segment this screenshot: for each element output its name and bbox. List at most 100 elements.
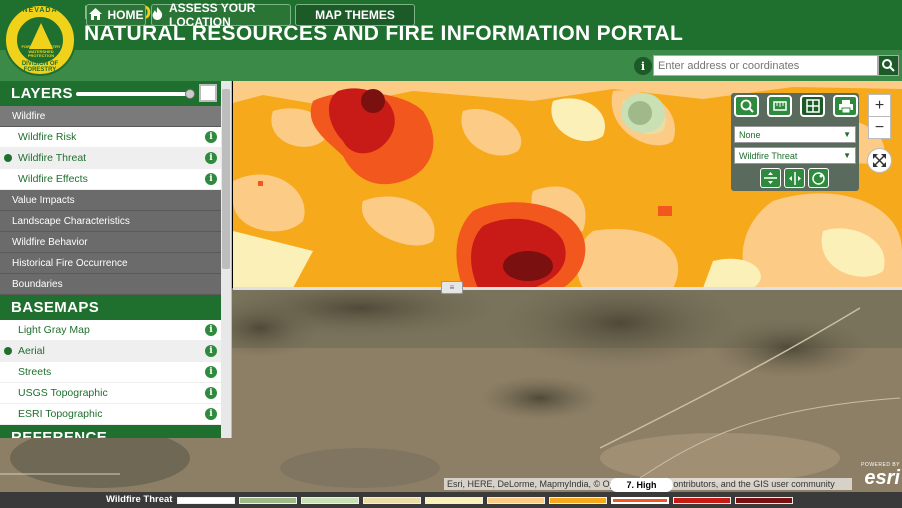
group-label: Wildfire Behavior bbox=[12, 236, 88, 248]
info-icon[interactable]: i bbox=[205, 173, 217, 185]
scrollbar-thumb[interactable] bbox=[222, 89, 230, 269]
group-wildfire[interactable]: Wildfire bbox=[0, 106, 222, 127]
basemap-label: ESRI Topographic bbox=[18, 408, 103, 420]
info-icon[interactable]: i bbox=[205, 131, 217, 143]
map-tools-panel: None ▼ Wildfire Threat ▼ bbox=[731, 93, 859, 191]
active-dot-icon bbox=[4, 347, 12, 355]
fullscreen-icon bbox=[873, 154, 886, 167]
legend-swatch[interactable] bbox=[673, 497, 731, 504]
logo-ring-bottom: DIVISION OF FORESTRY bbox=[21, 61, 59, 73]
legend-swatch[interactable] bbox=[239, 497, 297, 504]
basemap-light-gray[interactable]: Light Gray Map i bbox=[0, 320, 222, 341]
layers-title: LAYERS bbox=[11, 85, 73, 102]
legend-swatch[interactable] bbox=[363, 497, 421, 504]
search-input[interactable] bbox=[653, 55, 878, 76]
assess-location-button[interactable]: ASSESS YOUR LOCATION bbox=[151, 1, 291, 29]
swipe-divider[interactable] bbox=[233, 287, 902, 290]
compare-layer-value: None bbox=[739, 129, 761, 140]
basemaps-header: BASEMAPS bbox=[0, 295, 222, 320]
logo-center-text: FOREST FORESTRY WATERSHED PROTECTION bbox=[21, 44, 61, 58]
legend-swatch[interactable] bbox=[301, 497, 359, 504]
compare-layer-select[interactable]: None ▼ bbox=[734, 126, 856, 143]
spyglass-icon bbox=[812, 171, 825, 185]
basemap-label: Aerial bbox=[18, 345, 45, 357]
measure-button[interactable] bbox=[767, 95, 792, 117]
info-icon[interactable]: i bbox=[205, 324, 217, 336]
group-boundaries[interactable]: Boundaries bbox=[0, 274, 222, 295]
basemap-esri-topographic[interactable]: ESRI Topographic i bbox=[0, 404, 222, 425]
map-themes-button[interactable]: MAP THEMES bbox=[295, 4, 415, 26]
spyglass-button[interactable] bbox=[808, 168, 829, 188]
layer-wildfire-effects[interactable]: Wildfire Effects i bbox=[0, 169, 222, 190]
basemaps-title: BASEMAPS bbox=[11, 299, 100, 316]
fullscreen-button[interactable] bbox=[867, 148, 892, 173]
info-icon[interactable]: i bbox=[205, 345, 217, 357]
basemap-label: Light Gray Map bbox=[18, 324, 90, 336]
legend-swatch[interactable] bbox=[425, 497, 483, 504]
basemap-label: Streets bbox=[18, 366, 52, 378]
map-themes-label: MAP THEMES bbox=[315, 8, 395, 22]
logo-ring-top: NEVADA bbox=[22, 7, 58, 14]
panel-scrollbar[interactable] bbox=[221, 81, 231, 438]
zoom-in-button[interactable]: + bbox=[868, 94, 891, 117]
esri-logo[interactable]: POWERED BY esri bbox=[856, 462, 900, 490]
print-button[interactable] bbox=[833, 95, 858, 117]
reference-header: REFERENCE bbox=[0, 425, 222, 438]
swipe-layer-value: Wildfire Threat bbox=[739, 150, 798, 161]
forestry-logo[interactable]: NEVADA FOREST FORESTRY WATERSHED PROTECT… bbox=[4, 4, 76, 76]
layer-wildfire-risk[interactable]: Wildfire Risk i bbox=[0, 127, 222, 148]
search-button[interactable] bbox=[878, 55, 899, 76]
group-historical-fire-occurrence[interactable]: Historical Fire Occurrence bbox=[0, 253, 222, 274]
home-icon bbox=[88, 7, 102, 23]
assess-label: ASSESS YOUR LOCATION bbox=[169, 1, 256, 29]
swipe-vertical-icon bbox=[788, 171, 801, 185]
legend-swatch[interactable] bbox=[735, 497, 793, 504]
swipe-button[interactable] bbox=[800, 95, 825, 117]
info-icon[interactable]: i bbox=[205, 387, 217, 399]
home-button[interactable]: HOME bbox=[86, 4, 146, 26]
group-landscape-characteristics[interactable]: Landscape Characteristics bbox=[0, 211, 222, 232]
opacity-slider-knob[interactable] bbox=[185, 89, 195, 99]
info-icon[interactable]: i bbox=[205, 152, 217, 164]
zoom-out-button[interactable]: − bbox=[868, 116, 891, 139]
info-icon[interactable]: i bbox=[205, 366, 217, 378]
group-value-impacts[interactable]: Value Impacts bbox=[0, 190, 222, 211]
reference-title: REFERENCE bbox=[11, 429, 108, 438]
legend-swatch[interactable] bbox=[487, 497, 545, 504]
info-icon[interactable]: i bbox=[205, 408, 217, 420]
zoom-search-icon bbox=[740, 99, 754, 113]
chevron-down-icon: ▼ bbox=[843, 151, 851, 160]
group-wildfire-behavior[interactable]: Wildfire Behavior bbox=[0, 232, 222, 253]
legend-swatch[interactable] bbox=[177, 497, 235, 504]
layer-opacity-slider[interactable] bbox=[76, 92, 194, 96]
legend-tooltip: 7. High bbox=[610, 478, 673, 492]
swipe-vertical-button[interactable] bbox=[784, 168, 805, 188]
opacity-toggle[interactable] bbox=[199, 84, 217, 102]
legend-swatch[interactable] bbox=[611, 497, 669, 504]
basemap-aerial[interactable]: Aerial i bbox=[0, 341, 222, 362]
esri-brand: esri bbox=[864, 467, 900, 489]
group-label: Landscape Characteristics bbox=[12, 215, 130, 227]
swipe-layer-select[interactable]: Wildfire Threat ▼ bbox=[734, 147, 856, 164]
layers-header: LAYERS bbox=[0, 81, 222, 106]
basemap-usgs-topographic[interactable]: USGS Topographic i bbox=[0, 383, 222, 404]
layer-wildfire-threat[interactable]: Wildfire Threat i bbox=[0, 148, 222, 169]
swipe-horizontal-button[interactable] bbox=[760, 168, 781, 188]
swipe-horizontal-icon bbox=[764, 172, 777, 184]
logo-emblem: FOREST FORESTRY WATERSHED PROTECTION bbox=[16, 16, 64, 64]
group-label: Value Impacts bbox=[12, 194, 75, 206]
home-label: HOME bbox=[107, 8, 144, 22]
search-icon bbox=[882, 59, 895, 72]
legend-swatch[interactable] bbox=[549, 497, 607, 504]
swipe-icon bbox=[805, 99, 820, 113]
zoom-search-button[interactable] bbox=[734, 95, 759, 117]
group-label: Wildfire bbox=[12, 110, 46, 122]
layer-label: Wildfire Effects bbox=[18, 173, 88, 185]
layer-label: Wildfire Threat bbox=[18, 152, 87, 164]
group-label: Historical Fire Occurrence bbox=[12, 257, 128, 269]
swipe-handle[interactable]: ≡ bbox=[441, 281, 463, 294]
print-icon bbox=[838, 99, 853, 113]
layers-panel: LAYERS Wildfire Wildfire Risk i Wildfire… bbox=[0, 81, 232, 438]
basemap-streets[interactable]: Streets i bbox=[0, 362, 222, 383]
info-icon[interactable]: i bbox=[634, 57, 652, 75]
